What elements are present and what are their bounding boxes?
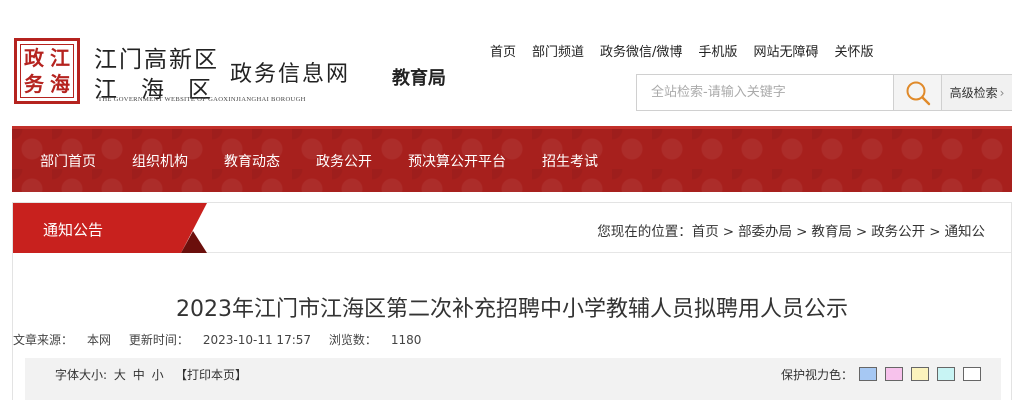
top-link-wechat-weibo[interactable]: 政务微信/微博 <box>600 41 682 60</box>
site-logo[interactable]: 政 江 务 海 江门高新区 江海区 政务信息网 THE GOVERNMENT W… <box>12 38 372 108</box>
seal-char: 务 <box>24 72 44 96</box>
views-value: 1180 <box>390 333 422 347</box>
breadcrumb-item[interactable]: 部委办局 <box>738 224 792 240</box>
nav-item-government-affairs[interactable]: 政务公开 <box>316 151 372 171</box>
article-meta: 文章来源： 本网 更新时间： 2023-10-11 17:57 浏览数： 1180 <box>13 331 435 348</box>
eye-protection-label: 保护视力色： <box>781 368 854 382</box>
breadcrumb-prefix: 您现在的位置： <box>597 224 692 240</box>
search-input[interactable] <box>637 75 893 110</box>
nav-item-enrollment-exams[interactable]: 招生考试 <box>542 151 598 171</box>
department-name: 教育局 <box>392 68 446 89</box>
breadcrumb-item[interactable]: 政务公开 <box>871 224 925 240</box>
font-size-medium[interactable]: 中 <box>133 368 145 382</box>
top-link-accessibility[interactable]: 网站无障碍 <box>753 41 818 60</box>
section-header: 通知公告 您现在的位置：首页 > 部委办局 > 教育局 > 政务公开 > 通知公 <box>13 203 1011 253</box>
seal-char: 江 <box>50 46 70 70</box>
updated-label: 更新时间： <box>128 333 189 347</box>
source-label: 文章来源： <box>13 333 74 347</box>
swatch-yellow[interactable] <box>911 367 929 381</box>
eye-protection-swatches <box>859 367 981 381</box>
main-nav: 部门首页 组织机构 教育动态 政务公开 预决算公开平台 招生考试 <box>12 126 1012 192</box>
swatch-blue[interactable] <box>859 367 877 381</box>
nav-item-education-news[interactable]: 教育动态 <box>224 151 280 171</box>
search-box: 高级检索 › <box>636 74 1012 111</box>
top-link-care-version[interactable]: 关怀版 <box>834 41 873 60</box>
nav-item-dept-home[interactable]: 部门首页 <box>40 151 96 171</box>
views-label: 浏览数： <box>328 333 377 347</box>
article-toolbar: 字体大小: 大 中 小 【打印本页】 保护视力色： <box>25 358 1001 400</box>
seal-char: 海 <box>50 72 70 96</box>
swatch-pink[interactable] <box>885 367 903 381</box>
top-links: 首页 部门频道 政务微信/微博 手机版 网站无障碍 关怀版 <box>490 41 873 60</box>
breadcrumb-item[interactable]: 首页 <box>692 224 719 240</box>
logo-main-title: 政务信息网 <box>230 62 351 87</box>
font-size-label: 字体大小: <box>55 368 108 382</box>
top-link-home[interactable]: 首页 <box>490 41 516 60</box>
swatch-white[interactable] <box>963 367 981 381</box>
print-button[interactable]: 【打印本页】 <box>175 366 247 383</box>
breadcrumb-item[interactable]: 教育局 <box>811 224 852 240</box>
search-button[interactable] <box>893 75 941 110</box>
seal-char: 政 <box>24 46 44 70</box>
advanced-search-button[interactable]: 高级检索 › <box>941 75 1012 110</box>
content-panel: 通知公告 您现在的位置：首页 > 部委办局 > 教育局 > 政务公开 > 通知公 2023年江门… <box>12 202 1012 400</box>
seal-logo: 政 江 务 海 <box>14 38 80 104</box>
chevron-right-icon: › <box>999 85 1005 100</box>
swatch-cyan[interactable] <box>937 367 955 381</box>
site-header: 政 江 务 海 江门高新区 江海区 政务信息网 THE GOVERNMENT W… <box>0 0 1024 126</box>
section-tab-label: 通知公告 <box>43 221 104 239</box>
source-value: 本网 <box>87 333 112 347</box>
search-icon <box>906 81 930 105</box>
nav-item-organization[interactable]: 组织机构 <box>132 151 188 171</box>
updated-value: 2023-10-11 17:57 <box>202 333 312 347</box>
breadcrumb: 您现在的位置：首页 > 部委办局 > 教育局 > 政务公开 > 通知公 <box>597 224 986 240</box>
font-size-control: 字体大小: 大 中 小 <box>55 366 164 383</box>
logo-english-title: THE GOVERNMENT WEBSITE OF GAOXINJIANGHAI… <box>98 96 306 103</box>
advanced-search-label: 高级检索 <box>949 86 998 100</box>
font-size-large[interactable]: 大 <box>114 368 126 382</box>
top-link-mobile[interactable]: 手机版 <box>698 41 737 60</box>
breadcrumb-item[interactable]: 通知公 <box>945 224 986 240</box>
font-size-small[interactable]: 小 <box>152 368 164 382</box>
nav-item-budget-platform[interactable]: 预决算公开平台 <box>408 151 506 171</box>
article-title: 2023年江门市江海区第二次补充招聘中小学教辅人员拟聘用人员公示 <box>176 297 848 322</box>
logo-title-line1: 江门高新区 <box>94 47 219 73</box>
top-link-dept-channel[interactable]: 部门频道 <box>532 41 584 60</box>
